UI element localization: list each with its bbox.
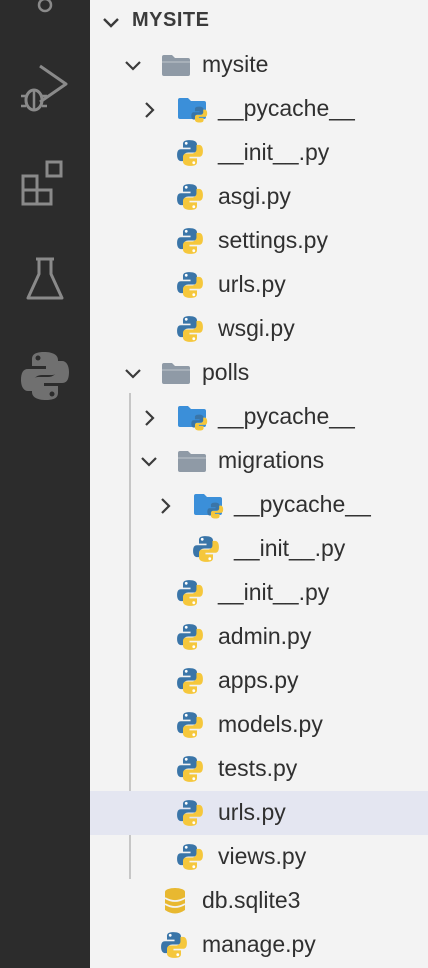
python-file-icon bbox=[176, 623, 204, 656]
python-file-icon bbox=[176, 755, 204, 788]
python-file-icon bbox=[192, 535, 220, 568]
folder-icon bbox=[176, 448, 208, 479]
tree-item-pycache[interactable]: __pycache__ bbox=[90, 395, 428, 439]
tree-item-label: __pycache__ bbox=[234, 491, 371, 517]
tree-item-manage-py[interactable]: manage.py bbox=[90, 923, 428, 967]
tree-item-mysite[interactable]: mysite bbox=[90, 43, 428, 87]
tree-item-label: __init__.py bbox=[218, 579, 330, 605]
tree-item-label: db.sqlite3 bbox=[202, 887, 301, 913]
chevron-right-icon[interactable] bbox=[140, 99, 160, 126]
tree-item-label: migrations bbox=[218, 447, 325, 473]
python-file-icon bbox=[176, 579, 204, 612]
activity-bar bbox=[0, 0, 90, 968]
folder-icon bbox=[160, 360, 192, 391]
tree-item-pycache[interactable]: __pycache__ bbox=[90, 87, 428, 131]
search-icon[interactable] bbox=[0, 0, 90, 20]
tree-item-label: __init__.py bbox=[218, 139, 330, 165]
tree-item-admin-py[interactable]: admin.py bbox=[90, 615, 428, 659]
python-file-icon bbox=[176, 843, 204, 876]
python-file-icon bbox=[176, 799, 204, 832]
tree-item-init-py[interactable]: __init__.py bbox=[90, 527, 428, 571]
tree-item-urls-py[interactable]: urls.py bbox=[90, 263, 428, 307]
tree-item-polls[interactable]: polls bbox=[90, 351, 428, 395]
tree-item-wsgi-py[interactable]: wsgi.py bbox=[90, 307, 428, 351]
tree-item-asgi-py[interactable]: asgi.py bbox=[90, 175, 428, 219]
python-file-icon bbox=[160, 931, 188, 964]
tree-item-init-py[interactable]: __init__.py bbox=[90, 131, 428, 175]
tree-item-apps-py[interactable]: apps.py bbox=[90, 659, 428, 703]
folder-icon bbox=[160, 52, 192, 83]
testing-icon[interactable] bbox=[0, 256, 90, 304]
explorer-panel: MYSITE mysite __pycache__ __init__.py as… bbox=[90, 0, 428, 968]
python-file-icon bbox=[176, 315, 204, 348]
tree-item-label: mysite bbox=[202, 51, 269, 77]
tree-item-settings-py[interactable]: settings.py bbox=[90, 219, 428, 263]
python-file-icon bbox=[176, 667, 204, 700]
python-file-icon bbox=[176, 183, 204, 216]
tree-item-label: tests.py bbox=[218, 755, 298, 781]
tree-item-label: __pycache__ bbox=[218, 95, 355, 121]
extensions-icon[interactable] bbox=[0, 158, 90, 208]
python-file-icon bbox=[176, 227, 204, 260]
chevron-down-icon[interactable] bbox=[122, 55, 144, 82]
python-folder-icon bbox=[176, 403, 208, 436]
explorer-section-title: MYSITE bbox=[132, 9, 210, 31]
tree-item-views-py[interactable]: views.py bbox=[90, 835, 428, 879]
tree-item-label: __pycache__ bbox=[218, 403, 355, 429]
tree-item-label: urls.py bbox=[218, 271, 286, 297]
tree-item-label: polls bbox=[202, 359, 250, 385]
run-debug-icon[interactable] bbox=[0, 62, 90, 116]
tree-item-init-py[interactable]: __init__.py bbox=[90, 571, 428, 615]
python-file-icon bbox=[176, 139, 204, 172]
chevron-right-icon[interactable] bbox=[156, 495, 176, 522]
tree-item-db-sqlite3[interactable]: db.sqlite3 bbox=[90, 879, 428, 923]
tree-item-label: settings.py bbox=[218, 227, 328, 253]
tree-item-label: manage.py bbox=[202, 931, 316, 957]
chevron-right-icon[interactable] bbox=[140, 407, 160, 434]
tree-item-label: wsgi.py bbox=[218, 315, 295, 341]
python-folder-icon bbox=[192, 491, 224, 524]
tree-item-label: admin.py bbox=[218, 623, 312, 649]
chevron-down-icon[interactable] bbox=[122, 363, 144, 390]
tree-item-tests-py[interactable]: tests.py bbox=[90, 747, 428, 791]
tree-item-label: asgi.py bbox=[218, 183, 291, 209]
python-icon[interactable] bbox=[0, 350, 90, 402]
file-tree: mysite __pycache__ __init__.py asgi.py s… bbox=[90, 43, 428, 967]
tree-item-label: __init__.py bbox=[234, 535, 346, 561]
tree-item-label: models.py bbox=[218, 711, 323, 737]
tree-item-label: apps.py bbox=[218, 667, 299, 693]
python-folder-icon bbox=[176, 95, 208, 128]
tree-item-migrations[interactable]: migrations bbox=[90, 439, 428, 483]
tree-item-urls-py[interactable]: urls.py bbox=[90, 791, 428, 835]
tree-item-label: urls.py bbox=[218, 799, 286, 825]
python-file-icon bbox=[176, 711, 204, 744]
tree-item-label: views.py bbox=[218, 843, 307, 869]
python-file-icon bbox=[176, 271, 204, 304]
tree-item-models-py[interactable]: models.py bbox=[90, 703, 428, 747]
database-icon bbox=[162, 887, 188, 920]
chevron-down-icon bbox=[100, 12, 122, 39]
chevron-down-icon[interactable] bbox=[138, 451, 160, 478]
explorer-section-header[interactable]: MYSITE bbox=[90, 0, 428, 44]
tree-item-pycache[interactable]: __pycache__ bbox=[90, 483, 428, 527]
